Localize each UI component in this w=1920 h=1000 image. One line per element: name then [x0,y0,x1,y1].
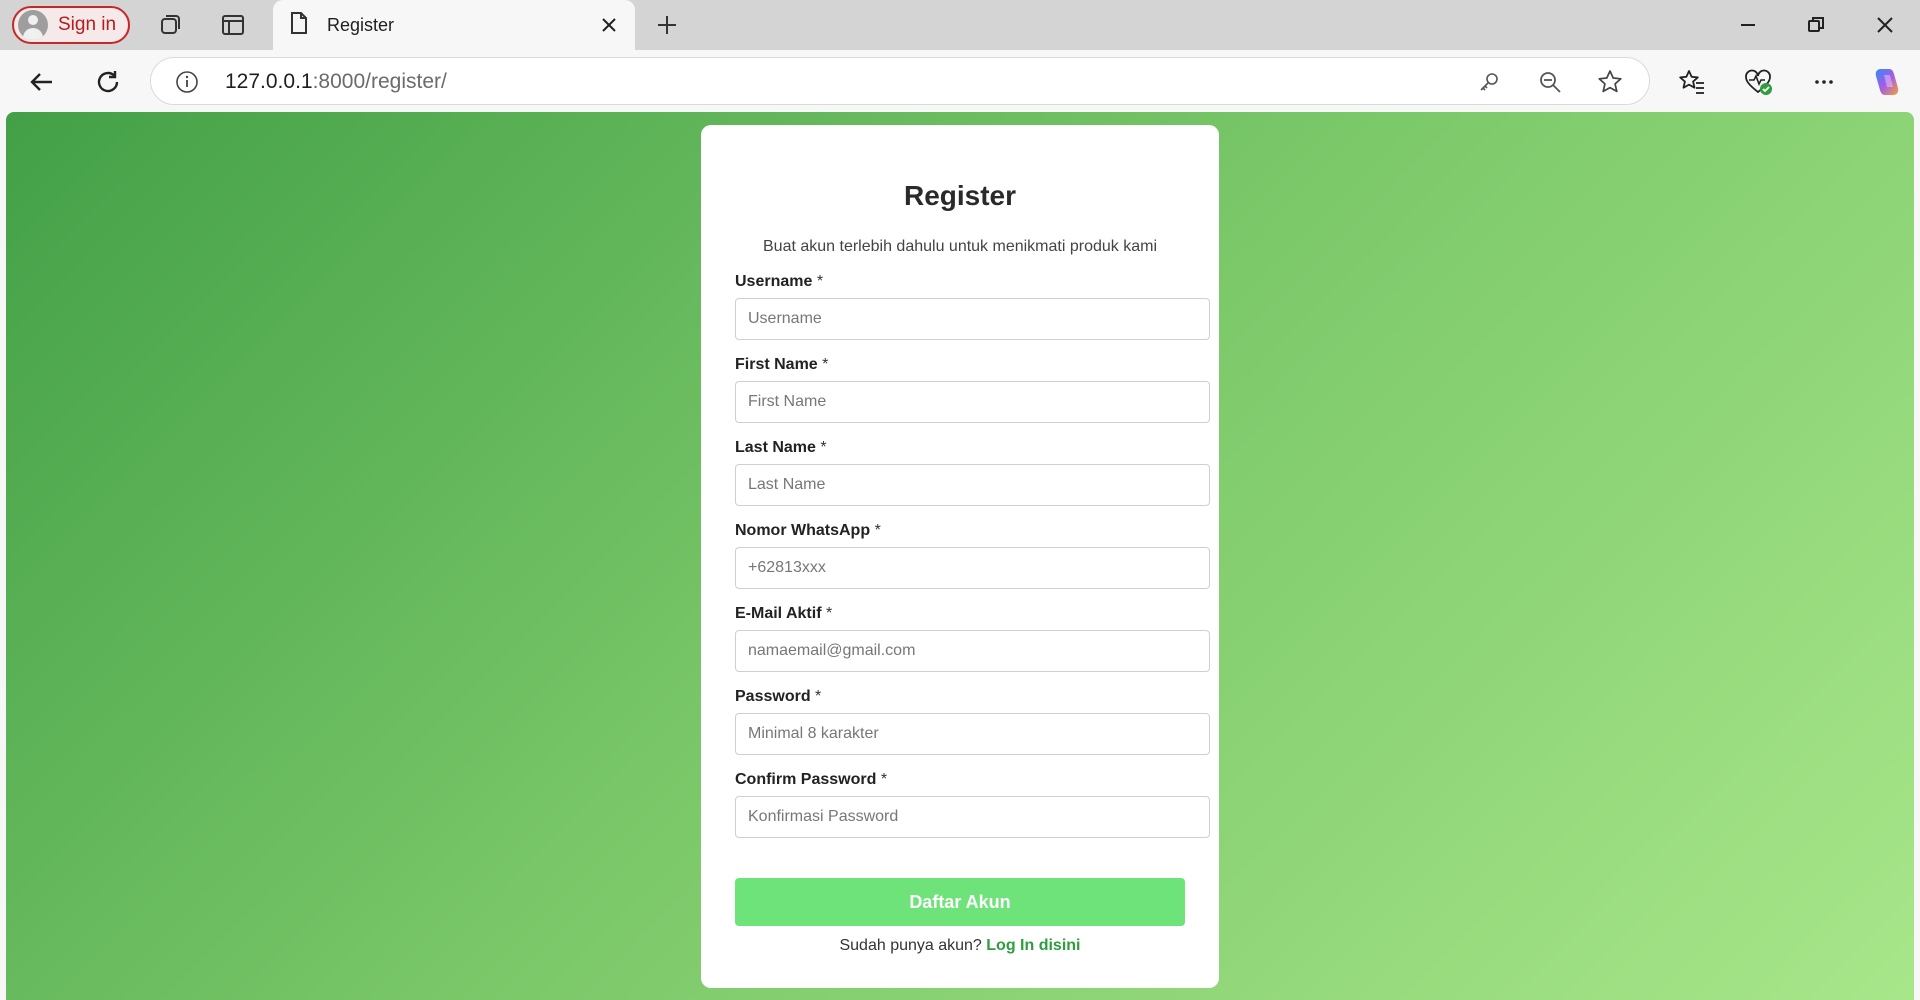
page-subtitle: Buat akun terlebih dahulu untuk menikmat… [763,238,1157,255]
email-input[interactable] [735,630,1210,672]
confirm-password-input[interactable] [735,796,1210,838]
browser-toolbar: 127.0.0.1:8000/register/ [0,50,1920,112]
refresh-icon[interactable] [91,65,125,99]
password-input[interactable] [735,713,1210,755]
sign-in-button[interactable]: Sign in [12,6,130,44]
last-name-label: Last Name * [735,439,827,456]
login-prompt-text: Sudah punya akun? [839,937,982,954]
favorites-icon[interactable] [1675,65,1709,99]
whatsapp-input[interactable] [735,547,1210,589]
password-label: Password * [735,688,822,705]
register-submit-button[interactable]: Daftar Akun [735,878,1185,926]
username-label: Username * [735,273,824,290]
page-icon [289,11,309,40]
address-bar[interactable]: 127.0.0.1:8000/register/ [150,57,1650,105]
more-icon[interactable] [1807,65,1841,99]
whatsapp-field: Nomor WhatsApp * [735,522,1210,589]
page-background: Register Buat akun terlebih dahulu untuk… [6,112,1914,1000]
login-link[interactable]: Log In disini [986,937,1080,954]
window-close-icon[interactable] [1870,10,1900,40]
back-icon[interactable] [25,65,59,99]
url-text[interactable]: 127.0.0.1:8000/register/ [225,70,447,94]
username-field: Username * [735,273,1210,340]
close-icon[interactable] [597,13,621,37]
plus-icon[interactable] [652,10,682,40]
zoom-out-icon[interactable] [1537,69,1563,95]
key-icon[interactable] [1476,69,1502,95]
health-icon[interactable] [1741,65,1775,99]
username-input[interactable] [735,298,1210,340]
whatsapp-label: Nomor WhatsApp * [735,522,881,539]
first-name-label: First Name * [735,356,829,373]
email-label: E-Mail Aktif * [735,605,833,622]
profile-avatar-icon [18,10,48,40]
confirm-password-label: Confirm Password * [735,771,888,788]
minimize-icon[interactable] [1733,10,1763,40]
login-prompt: Sudah punya akun? Log In disini [701,937,1219,955]
star-icon[interactable] [1597,69,1623,95]
email-field: E-Mail Aktif * [735,605,1210,672]
tab-register[interactable]: Register [273,0,635,50]
first-name-input[interactable] [735,381,1210,423]
browser-tab-strip: Sign in Register [0,0,1920,50]
first-name-field: First Name * [735,356,1210,423]
sign-in-label: Sign in [58,14,117,35]
password-field: Password * [735,688,1210,755]
confirm-password-field: Confirm Password * [735,771,1210,838]
register-card: Register Buat akun terlebih dahulu untuk… [701,125,1219,988]
tab-actions-icon[interactable] [218,10,248,40]
workspaces-icon[interactable] [155,10,185,40]
page-title: Register [903,180,1017,211]
last-name-input[interactable] [735,464,1210,506]
copilot-icon[interactable] [1870,65,1904,99]
tab-title: Register [327,14,395,35]
restore-icon[interactable] [1801,10,1831,40]
info-icon[interactable] [175,70,199,94]
last-name-field: Last Name * [735,439,1210,506]
